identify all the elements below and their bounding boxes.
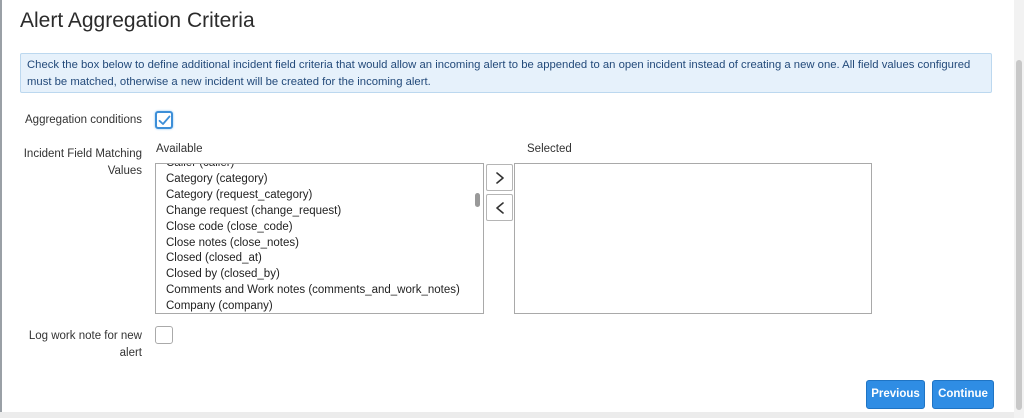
- available-field-option[interactable]: Closed by (closed_by): [166, 267, 469, 283]
- horizontal-scrollbar[interactable]: [0, 412, 1014, 418]
- log-work-note-checkbox[interactable]: [155, 326, 173, 344]
- continue-button[interactable]: Continue: [932, 380, 994, 409]
- page-title: Alert Aggregation Criteria: [20, 9, 255, 32]
- add-field-button[interactable]: [486, 164, 513, 191]
- available-field-option[interactable]: Category (category): [166, 172, 469, 188]
- available-header: Available: [156, 143, 203, 155]
- aggregation-conditions-checkbox[interactable]: [155, 111, 173, 129]
- available-field-option[interactable]: Caller (caller): [166, 164, 469, 172]
- page-scroll-thumb[interactable]: [1016, 60, 1022, 410]
- available-field-option[interactable]: Close notes (close_notes): [166, 236, 469, 252]
- available-field-option[interactable]: Category (request_category): [166, 188, 469, 204]
- available-fields-items: Caller (caller) Category (category) Catego…: [166, 164, 469, 313]
- previous-button[interactable]: Previous: [866, 380, 925, 409]
- available-field-option[interactable]: Close code (close_code): [166, 220, 469, 236]
- info-message: Check the box below to define additional…: [20, 53, 992, 93]
- selected-header: Selected: [527, 143, 572, 155]
- aggregation-conditions-label: Aggregation conditions: [25, 114, 142, 126]
- log-work-note-label: Log work note for new alert: [28, 330, 142, 359]
- available-field-option[interactable]: Change request (change_request): [166, 204, 469, 220]
- window-edge: [0, 0, 2, 418]
- incident-field-matching-label: Incident Field Matching Values: [23, 148, 142, 177]
- available-fields-list[interactable]: Caller (caller) Category (category) Catego…: [155, 163, 484, 314]
- page-scrollbar[interactable]: [1014, 0, 1024, 418]
- selected-fields-list[interactable]: [514, 163, 872, 314]
- available-field-option[interactable]: Closed (closed_at): [166, 251, 469, 267]
- chevron-left-icon: [496, 202, 504, 214]
- remove-field-button[interactable]: [486, 194, 513, 221]
- available-list-scrollbar[interactable]: [474, 165, 482, 312]
- available-field-option[interactable]: Company (company): [166, 299, 469, 313]
- available-list-scroll-thumb[interactable]: [475, 193, 480, 207]
- checkmark-icon: [158, 115, 171, 125]
- chevron-right-icon: [496, 172, 504, 184]
- available-field-option[interactable]: Comments and Work notes (comments_and_wo…: [166, 283, 469, 299]
